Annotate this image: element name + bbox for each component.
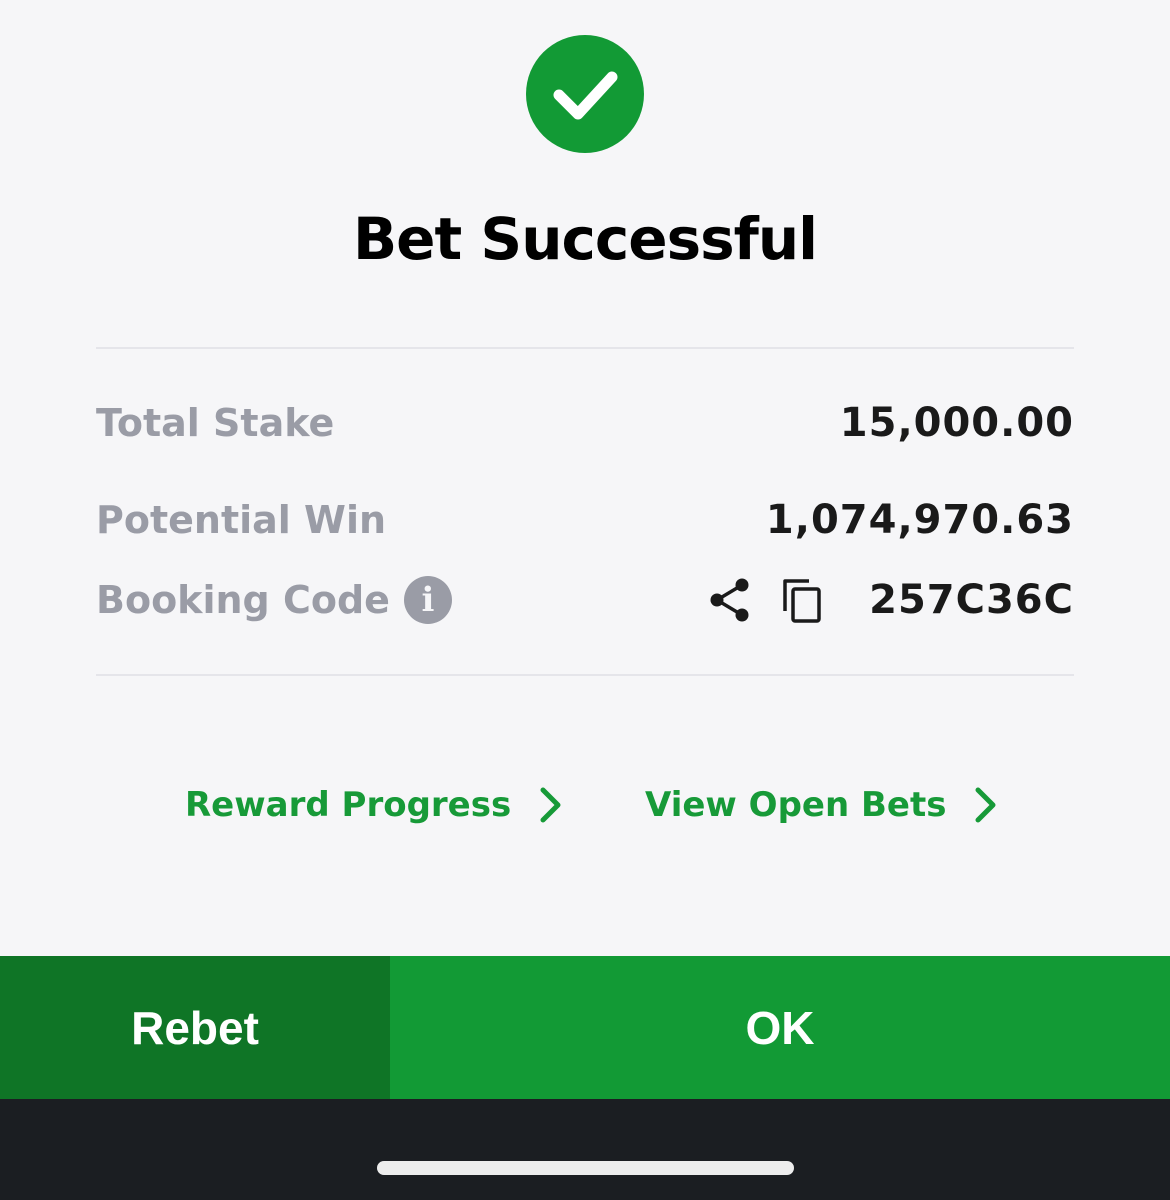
booking-code-row: Booking Code i 257C36C [96,572,1074,628]
system-home-area [0,1099,1170,1200]
potential-win-value: 1,074,970.63 [765,497,1074,543]
divider [96,674,1074,676]
total-stake-value: 15,000.00 [839,400,1074,446]
potential-win-row: Potential Win 1,074,970.63 [96,492,1074,548]
share-icon[interactable] [705,575,755,625]
copy-icon[interactable] [777,575,827,625]
view-open-bets-label: View Open Bets [645,785,947,825]
chevron-right-icon [539,786,563,824]
reward-progress-label: Reward Progress [185,785,512,825]
action-bar: Rebet OK [0,956,1170,1099]
total-stake-row: Total Stake 15,000.00 [96,395,1074,451]
reward-progress-link[interactable]: Reward Progress [185,785,563,825]
chevron-right-icon [974,786,998,824]
booking-code-value-group: 257C36C [705,575,1074,625]
page-title: Bet Successful [352,205,818,273]
total-stake-label: Total Stake [96,401,335,445]
bet-success-screen: Bet Successful Total Stake 15,000.00 Pot… [0,0,1170,1200]
ok-button[interactable]: OK [390,956,1170,1099]
view-open-bets-link[interactable]: View Open Bets [645,785,998,825]
home-indicator[interactable] [377,1161,794,1175]
potential-win-label: Potential Win [96,498,387,542]
booking-code-value[interactable]: 257C36C [869,577,1074,623]
booking-code-label: Booking Code [96,578,390,622]
check-circle-icon [526,35,644,153]
info-icon[interactable]: i [403,576,452,624]
divider [96,347,1074,349]
quick-links: Reward Progress View Open Bets [0,785,1170,841]
booking-code-label-group: Booking Code i [96,576,452,624]
rebet-button[interactable]: Rebet [0,956,390,1099]
